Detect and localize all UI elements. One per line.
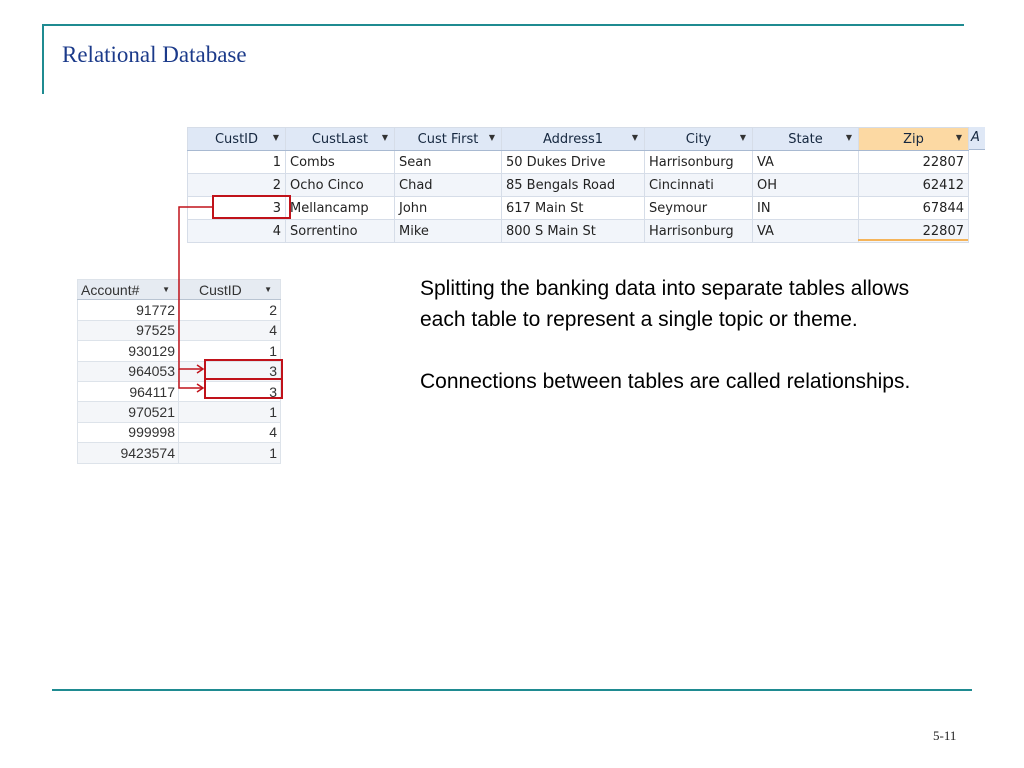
notes-paragraph-1: Splitting the banking data into separate… bbox=[420, 277, 910, 331]
connector-line-1 bbox=[178, 206, 212, 370]
notes-text: Splitting the banking data into separate… bbox=[420, 273, 960, 397]
notes-paragraph-2: Connections between tables are called re… bbox=[420, 370, 911, 393]
slide-number: 5-11 bbox=[933, 728, 957, 743]
bottom-rule bbox=[52, 689, 972, 691]
